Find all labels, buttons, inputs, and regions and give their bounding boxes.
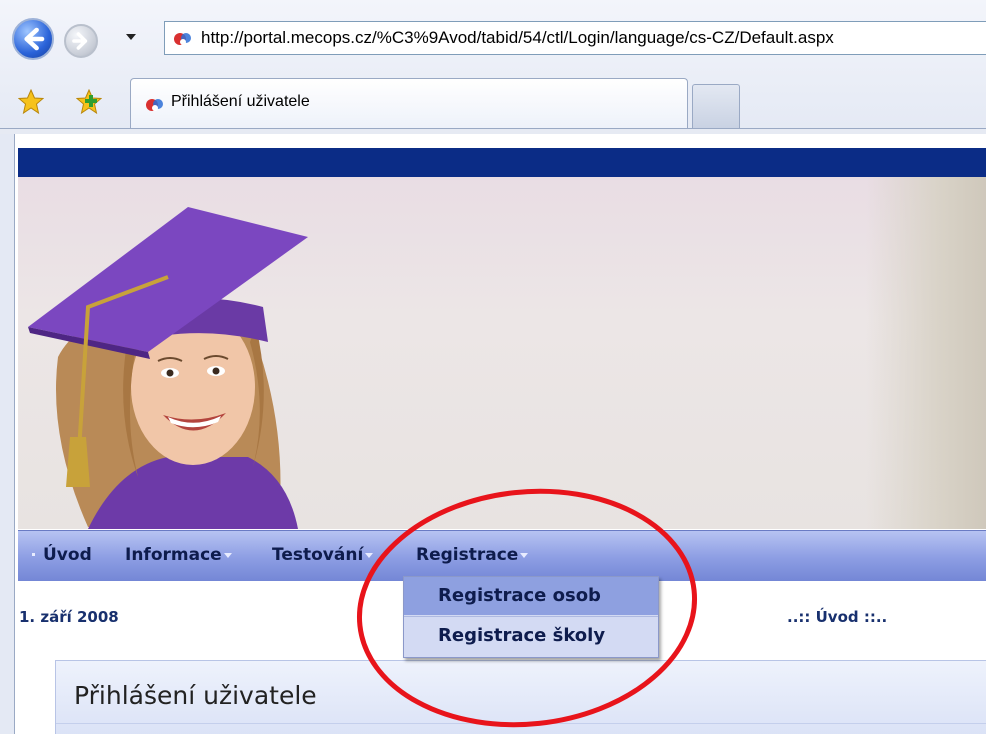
recent-pages-dropdown-icon[interactable] <box>126 34 136 40</box>
forward-arrow-icon <box>72 32 88 50</box>
breadcrumb: ..:: Úvod ::.. <box>787 608 888 626</box>
browser-tab[interactable]: Přihlášení uživatele <box>130 78 688 128</box>
graduate-girl-image <box>28 207 308 529</box>
submenu-arrow-icon <box>365 552 374 558</box>
site-favicon <box>174 33 191 45</box>
submenu-arrow-icon <box>520 552 529 558</box>
menu-item-uvod[interactable]: Úvod <box>43 545 92 565</box>
dropdown-item-label: Registrace osob <box>438 585 601 606</box>
window-left-border <box>0 134 15 734</box>
submenu-arrow-icon <box>223 552 232 558</box>
add-favorites-icon[interactable] <box>76 89 102 115</box>
menu-item-registrace-label: Registrace <box>416 545 519 565</box>
current-date: 1. září 2008 <box>19 608 119 626</box>
back-arrow-icon <box>24 27 45 51</box>
menu-bullet-icon <box>32 553 35 556</box>
menu-item-registrace[interactable]: Registrace <box>416 545 529 565</box>
tab-favicon <box>146 99 163 111</box>
menu-item-testovani[interactable]: Testování <box>272 545 374 565</box>
forward-button[interactable] <box>64 24 98 58</box>
dropdown-item-registrace-skoly[interactable]: Registrace školy <box>404 617 658 655</box>
menu-item-testovani-label: Testování <box>272 545 364 565</box>
address-bar[interactable]: http://portal.mecops.cz/%C3%9Avod/tabid/… <box>164 21 986 55</box>
registrace-dropdown-menu: Registrace osob Registrace školy <box>403 576 659 658</box>
tab-title: Přihlášení uživatele <box>171 93 310 110</box>
login-panel-title: Přihlášení uživatele <box>74 681 317 710</box>
menu-item-informace-label: Informace <box>125 545 222 565</box>
dropdown-item-registrace-osob[interactable]: Registrace osob <box>404 577 658 615</box>
login-panel-divider <box>56 723 986 724</box>
back-button[interactable] <box>12 18 54 60</box>
site-top-bar <box>18 148 986 177</box>
new-tab-button[interactable] <box>692 84 740 128</box>
dropdown-item-label: Registrace školy <box>438 625 606 646</box>
menu-item-informace[interactable]: Informace <box>125 545 232 565</box>
web-page: Úvod Informace Testování Registrace 1. z… <box>15 134 986 734</box>
address-text[interactable]: http://portal.mecops.cz/%C3%9Avod/tabid/… <box>201 28 834 48</box>
main-menu-bar: Úvod Informace Testování Registrace <box>18 530 986 581</box>
favorites-star-icon[interactable] <box>18 89 44 115</box>
header-banner <box>18 177 986 529</box>
login-panel: Přihlášení uživatele <box>55 660 986 734</box>
browser-chrome: http://portal.mecops.cz/%C3%9Avod/tabid/… <box>0 0 986 135</box>
